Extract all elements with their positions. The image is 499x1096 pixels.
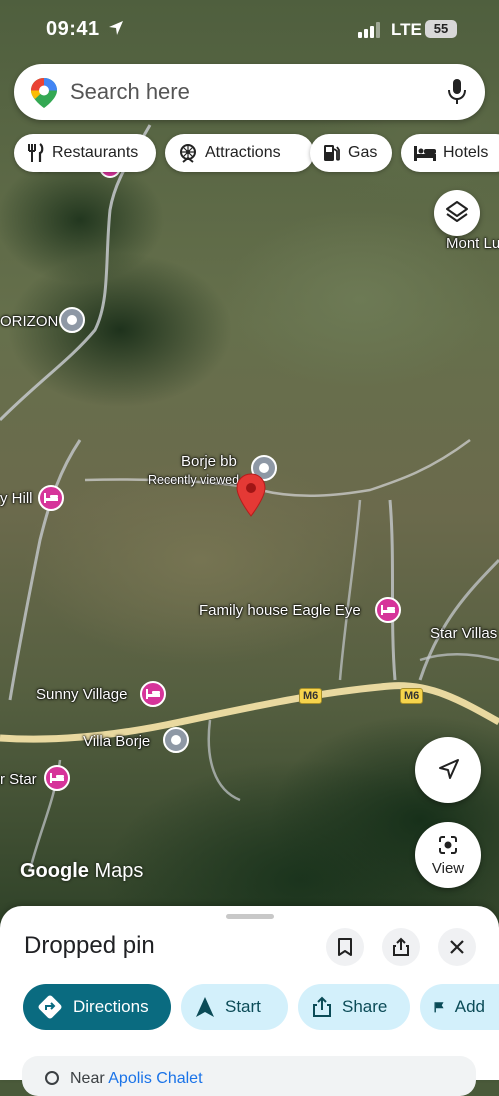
near-text: Near Apolis Chalet [70,1070,203,1088]
save-button[interactable] [326,928,364,966]
my-location-button[interactable] [415,737,481,803]
view-button-label: View [431,860,465,877]
camera-icon [439,836,457,854]
place-pin[interactable] [59,307,85,333]
place-label-star-villas[interactable]: Star Villas [430,625,497,642]
fork-knife-icon [28,143,44,162]
brand-google: Google [20,860,89,882]
share-button[interactable]: Share [298,984,410,1030]
place-label-horizon[interactable]: ORIZON [0,313,58,330]
place-label-hill[interactable]: y Hill [0,490,33,507]
place-label-villa-borje[interactable]: Villa Borje [83,733,150,750]
status-bar: 09:41 LTE 55 [0,0,499,56]
brand-maps: Maps [94,860,144,882]
chip-restaurants[interactable]: Restaurants [14,134,156,172]
location-pin-icon [45,1071,59,1085]
share-icon [393,937,409,956]
start-button[interactable]: Start [181,984,288,1030]
near-prefix: Near [70,1070,105,1087]
google-maps-logo-icon [31,78,57,108]
microphone-icon[interactable] [447,78,467,106]
place-bottom-sheet[interactable]: Dropped pin Directions Start Share Add N… [0,906,499,1096]
location-arrow-icon [109,21,123,35]
search-bar[interactable]: Search here [14,64,485,120]
near-location-card[interactable]: Near Apolis Chalet [22,1056,476,1096]
dropped-pin-marker[interactable] [235,472,267,520]
action-label: Add [454,997,485,1016]
place-pin[interactable] [163,727,189,753]
attractions-icon [180,144,196,163]
bed-icon [414,146,436,161]
chip-attractions[interactable]: Attractions [165,134,314,172]
directions-button[interactable]: Directions [23,984,171,1030]
sheet-drag-handle[interactable] [226,914,274,919]
action-label: Share [342,997,388,1016]
chip-label: Restaurants [52,144,139,161]
route-shield-m6: M6 [400,688,424,704]
layers-icon [446,201,468,222]
hotel-pin[interactable] [44,765,70,791]
route-shield-m6: M6 [299,688,323,704]
place-label-sunny-village[interactable]: Sunny Village [36,686,127,703]
action-label: Start [225,997,261,1016]
hotel-pin[interactable] [140,681,166,707]
directions-icon [38,995,62,1019]
recently-viewed-label: Recently viewed [148,473,240,487]
place-label-mont-lu[interactable]: Mont Lu [446,235,499,252]
sheet-title: Dropped pin [24,932,155,959]
street-view-button[interactable]: View [415,822,481,888]
bed-icon [50,773,64,783]
close-icon [450,940,464,954]
network-type: LTE [391,20,422,39]
bed-icon [381,605,395,615]
chip-gas[interactable]: Gas [310,134,392,172]
place-label-r-star[interactable]: r Star [0,771,37,788]
navigation-icon [196,997,214,1017]
add-label-button[interactable]: Add [420,984,499,1030]
bed-icon [146,689,160,699]
chip-label: Gas [348,144,378,161]
signal-bars-icon [358,22,380,38]
layers-button[interactable] [434,190,480,236]
hotel-pin[interactable] [38,485,64,511]
chip-hotels[interactable]: Hotels [401,134,499,172]
google-maps-attribution: Google Maps [20,860,143,883]
battery-indicator: 55 [425,20,457,38]
bookmark-icon [338,938,352,956]
hotel-pin[interactable] [375,597,401,623]
search-input[interactable]: Search here [70,79,190,105]
bed-icon [44,493,58,503]
place-label-family-house[interactable]: Family house Eagle Eye [199,602,361,619]
gas-pump-icon [324,145,340,161]
chip-label: Attractions [205,144,281,161]
chip-label: Hotels [443,144,489,161]
navigation-arrow-icon [439,759,459,779]
close-button[interactable] [438,928,476,966]
action-label: Directions [73,997,149,1016]
near-place-link[interactable]: Apolis Chalet [108,1070,202,1087]
share-icon [313,996,331,1017]
flag-icon [434,1002,444,1013]
place-label-borje-bb[interactable]: Borje bb [181,453,237,470]
status-time: 09:41 [46,18,100,40]
share-icon-button[interactable] [382,928,420,966]
